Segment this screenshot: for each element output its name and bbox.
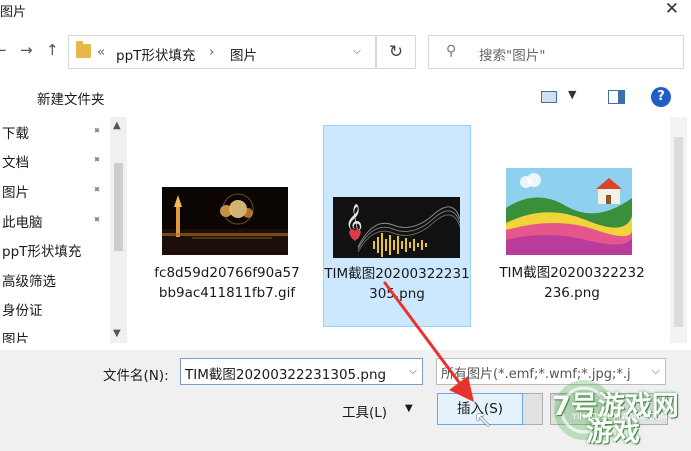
sidebar-item-downloads[interactable]: 下载 <box>2 122 29 142</box>
image-thumbnail <box>506 168 632 255</box>
refresh-button[interactable]: ↻ <box>376 35 416 69</box>
file-name: TIM截图20200322232236.png <box>499 265 645 301</box>
breadcrumb-item-ppt[interactable]: ppT形状填充 <box>116 44 195 64</box>
search-box[interactable]: ⚲ 搜索"图片" <box>428 35 684 69</box>
scroll-up-icon[interactable]: ▲ <box>113 120 121 131</box>
pin-icon: ✦ <box>88 122 105 139</box>
image-thumbnail: 𝄞 <box>333 197 460 258</box>
breadcrumb-separator: › <box>209 44 215 60</box>
pin-icon: ✦ <box>88 211 105 228</box>
file-item[interactable]: TIM截图20200322232236.png <box>498 117 646 322</box>
view-mode-icon[interactable] <box>541 91 557 103</box>
scrollbar-thumb[interactable] <box>114 163 123 251</box>
sidebar-item-pictures-2[interactable]: 图片 <box>2 328 29 343</box>
breadcrumb-item-pictures[interactable]: 图片 <box>230 44 257 64</box>
mouse-cursor-icon: ↖ <box>474 408 493 433</box>
command-bar: 新建文件夹 ▼ ? <box>0 82 691 112</box>
sidebar-item-this-pc[interactable]: 此电脑 <box>2 211 43 231</box>
back-icon[interactable]: ← <box>0 41 7 59</box>
scrollbar-thumb[interactable] <box>674 137 683 327</box>
up-icon[interactable]: ↑ <box>46 41 59 59</box>
filename-value[interactable]: TIM截图20200322231305.png <box>185 363 386 383</box>
file-item[interactable]: fc8d59d20766f90a57bb9ac411811fb7.gif <box>153 117 301 322</box>
sidebar-item-id-card[interactable]: 身份证 <box>2 299 43 319</box>
chevron-down-icon[interactable]: ⌵ <box>353 44 361 58</box>
file-name: fc8d59d20766f90a57bb9ac411811fb7.gif <box>154 265 300 301</box>
sidebar-item-ppt-fill[interactable]: ppT形状填充 <box>2 240 81 260</box>
watermark-url: YIHAOYOUXIWANG.COM <box>572 412 668 421</box>
title-bar: 图片 ✕ <box>0 0 691 22</box>
sidebar-item-documents[interactable]: 文档 <box>2 151 29 171</box>
chevron-down-icon[interactable]: ⌵ <box>409 364 417 378</box>
tools-caret-icon[interactable]: ▼ <box>405 403 413 414</box>
address-bar[interactable]: « ppT形状填充 › 图片 ⌵ <box>68 35 376 69</box>
filename-input[interactable]: TIM截图20200322231305.png ⌵ <box>180 358 423 385</box>
breadcrumb-overflow[interactable]: « <box>97 44 105 60</box>
image-thumbnail <box>162 187 288 255</box>
preview-pane-icon[interactable] <box>608 90 625 104</box>
view-caret-icon[interactable]: ▼ <box>568 88 576 101</box>
close-icon[interactable]: ✕ <box>665 0 679 19</box>
scroll-down-icon[interactable]: ▼ <box>113 328 121 339</box>
file-item-selected[interactable]: 𝄞 TIM截图20200322231305.png <box>323 125 471 327</box>
sidebar-item-pictures[interactable]: 图片 <box>2 181 29 201</box>
tools-button[interactable]: 工具(L) <box>342 401 387 421</box>
sidebar-scrollbar[interactable]: ▲ ▼ <box>110 117 127 343</box>
filename-label: 文件名(N): <box>103 368 169 384</box>
pin-icon: ✦ <box>88 151 105 168</box>
search-placeholder[interactable]: 搜索"图片" <box>479 44 545 64</box>
folder-icon <box>76 41 91 58</box>
new-folder-button[interactable]: 新建文件夹 <box>37 88 105 108</box>
content-scrollbar[interactable] <box>670 117 687 343</box>
pin-icon: ✦ <box>88 181 105 198</box>
forward-icon[interactable]: → <box>20 41 33 59</box>
help-icon[interactable]: ? <box>651 87 671 107</box>
window-title: 图片 <box>0 5 27 20</box>
navigation-pane: 下载 ✦ 文档 ✦ 图片 ✦ 此电脑 ✦ ppT形状填充 高级筛选 身份证 图片… <box>0 117 128 343</box>
search-icon: ⚲ <box>446 43 457 59</box>
watermark-logo: 7号游戏网 游戏 YIHAOYOUXIWANG.COM <box>512 360 691 451</box>
navigation-bar: ← → ↑ « ppT形状填充 › 图片 ⌵ ↻ ⚲ 搜索"图片" <box>0 32 691 70</box>
file-list: fc8d59d20766f90a57bb9ac411811fb7.gif 𝄞 T… <box>133 117 685 343</box>
sidebar-item-advanced-filter[interactable]: 高级筛选 <box>2 270 56 290</box>
file-name: TIM截图20200322231305.png <box>324 266 470 302</box>
